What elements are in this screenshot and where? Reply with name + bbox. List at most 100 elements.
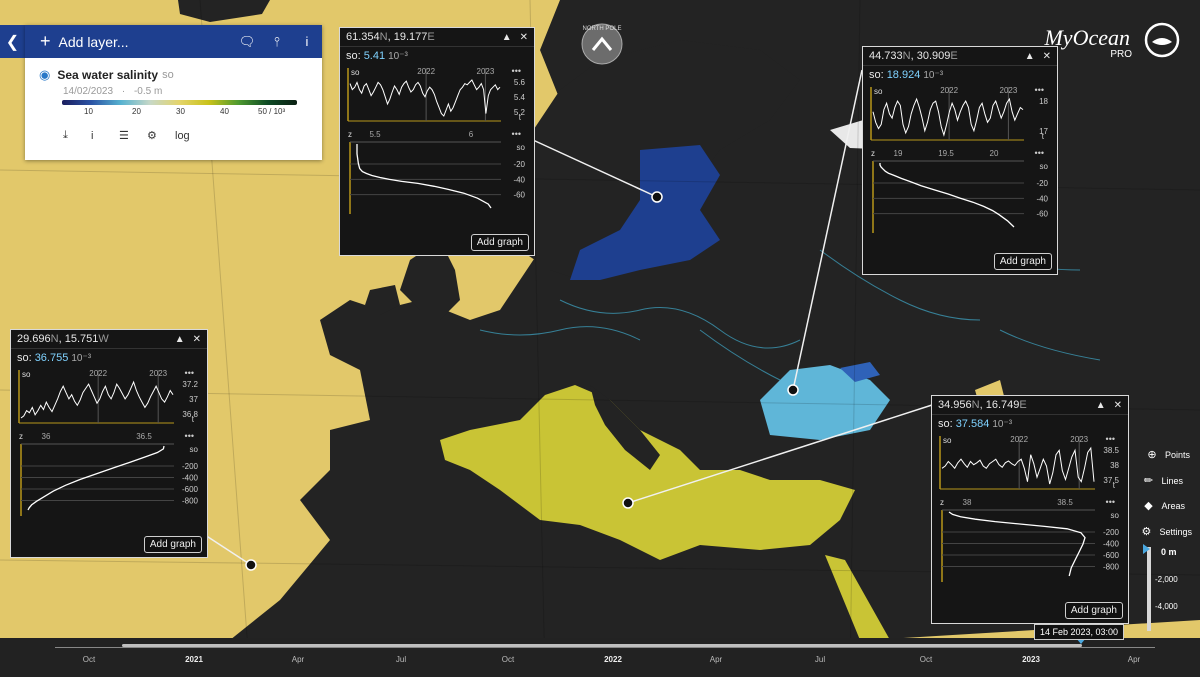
pf-z-label: z — [940, 498, 944, 507]
add-layer-button[interactable]: Add layer... — [59, 34, 232, 50]
layer-code: so — [162, 69, 174, 81]
layer-depth: -0.5 m — [133, 86, 163, 97]
ts-y-tick: 37.5 — [1103, 476, 1119, 485]
depth-handle[interactable] — [1143, 544, 1150, 554]
eye-icon[interactable]: ◉ — [39, 67, 50, 83]
pf-var-label: so — [1111, 511, 1120, 520]
pf-x-tick: 36 — [42, 432, 51, 441]
close-icon[interactable]: ✕ — [1043, 51, 1051, 62]
crosshair-icon: ⊕ — [1147, 449, 1157, 461]
gear-icon[interactable]: ⚙ — [147, 129, 175, 142]
pf-x-tick: 38 — [963, 498, 972, 507]
popup-atlantic: 29.696N, 15.751W ▲ ✕ so: 36.755 10⁻³ 2022 2023 s… — [10, 329, 208, 558]
pf-y-tick: -40 — [513, 175, 525, 184]
add-graph-button[interactable]: Add graph — [143, 536, 202, 553]
more-icon[interactable]: ••• — [512, 129, 521, 139]
pf-y-tick: -200 — [182, 462, 199, 471]
pf-y-tick: -20 — [513, 160, 525, 169]
profile-chart[interactable]: z 36 36.5 ••• so -200 -400 -600 -800 — [16, 430, 202, 518]
pf-var-label: so — [190, 445, 199, 454]
popup-coords: 44.733N, 30.909E — [869, 50, 958, 62]
ts-series-line — [20, 380, 174, 419]
more-icon[interactable]: ••• — [512, 66, 521, 76]
tool-areas[interactable]: ◆ Areas — [1141, 499, 1185, 512]
pf-y-tick: -600 — [1103, 551, 1120, 560]
more-icon[interactable]: ••• — [1035, 85, 1044, 95]
ts-y-tick: 18 — [1039, 97, 1048, 106]
colorbar-tick: 30 — [176, 107, 185, 116]
collapse-panel-button[interactable]: ❮ — [0, 25, 25, 58]
popup-value: 5.41 — [363, 50, 386, 62]
pf-y-tick: -20 — [1036, 179, 1048, 188]
comments-icon[interactable]: 🗨 — [232, 34, 262, 50]
info-icon[interactable]: i — [91, 130, 119, 142]
share-icon[interactable]: ⫯ — [262, 34, 292, 50]
add-graph-button[interactable]: Add graph — [993, 253, 1052, 270]
more-icon[interactable]: ••• — [1035, 148, 1044, 158]
timeline-label: Jul — [814, 655, 826, 664]
more-icon[interactable]: ••• — [1106, 497, 1115, 507]
popup-var-label: so: — [17, 352, 32, 364]
more-icon[interactable]: ••• — [1106, 434, 1115, 444]
pf-y-tick: -800 — [1103, 563, 1120, 572]
download-icon[interactable]: ⤓ — [63, 129, 91, 142]
add-graph-button[interactable]: Add graph — [1064, 602, 1123, 619]
profile-chart[interactable]: z 5.5 6 ••• so -20 -40 -60 — [345, 128, 529, 216]
timeline-label: Oct — [501, 655, 515, 664]
plus-icon[interactable]: + — [40, 31, 51, 52]
ts-series-line — [941, 446, 1095, 485]
popup-coords: 61.354N, 19.177E — [346, 31, 435, 43]
colorbar-tick: 40 — [220, 107, 229, 116]
colorbar-tick: 50 / 10³ — [258, 107, 286, 116]
close-icon[interactable]: ✕ — [193, 334, 201, 345]
more-icon[interactable]: ••• — [185, 368, 194, 378]
colorbar-ticks: 10 20 30 40 50 / 10³ — [62, 105, 297, 117]
collapse-popup-icon[interactable]: ▲ — [1025, 51, 1035, 62]
pf-x-tick: 6 — [469, 130, 474, 139]
profile-chart[interactable]: z 19 19.5 20 ••• so -20 -40 -60 — [868, 147, 1052, 235]
ruler-icon: ✏ — [1143, 475, 1154, 487]
layers-icon[interactable]: ☰ — [119, 129, 147, 142]
timeseries-chart[interactable]: 2022 2023so38.53837.5t••• — [937, 434, 1123, 492]
close-icon[interactable]: ✕ — [520, 32, 528, 43]
add-graph-button[interactable]: Add graph — [470, 234, 529, 251]
ts-year-label: 2022 — [89, 369, 107, 378]
profile-chart[interactable]: z 38 38.5 ••• so -200 -400 -600 -800 — [937, 496, 1123, 584]
log-toggle[interactable]: log — [175, 130, 190, 142]
pf-x-tick: 5.5 — [369, 130, 381, 139]
timeseries-chart[interactable]: 2022 2023so1817t••• — [868, 85, 1052, 143]
timeline-label: 2021 — [185, 655, 203, 664]
ts-var-label: so — [22, 370, 31, 379]
info-icon[interactable]: i — [292, 34, 322, 49]
timeseries-chart[interactable]: 2022 2023so5.65.45.2t••• — [345, 66, 529, 124]
marker-black-sea[interactable] — [787, 384, 799, 396]
marker-baltic[interactable] — [651, 191, 663, 203]
timeline-label: Oct — [919, 655, 933, 664]
svg-text:PRO: PRO — [1110, 49, 1132, 60]
popup-value: 18.924 — [886, 69, 921, 81]
collapse-popup-icon[interactable]: ▲ — [502, 32, 512, 43]
timeseries-chart[interactable]: 2022 2023so37.23736.8t••• — [16, 368, 202, 426]
collapse-popup-icon[interactable]: ▲ — [1096, 400, 1106, 411]
more-icon[interactable]: ••• — [185, 431, 194, 441]
ts-y-tick: 38.5 — [1103, 446, 1119, 455]
ts-year-label: 2023 — [1000, 86, 1018, 95]
depth-current: 0 m — [1161, 547, 1177, 557]
depth-tick: -2,000 — [1155, 575, 1178, 584]
marker-mediterranean[interactable] — [622, 497, 634, 509]
close-icon[interactable]: ✕ — [1114, 400, 1122, 411]
pf-x-tick: 19.5 — [938, 149, 954, 158]
timeline[interactable]: Oct 2021 Apr Jul Oct 2022 Apr Jul Oct 20… — [0, 638, 1200, 677]
layer-panel: + Add layer... 🗨 ⫯ i ◉ Sea water salinit… — [25, 25, 322, 160]
pf-y-tick: -400 — [1103, 540, 1120, 549]
ts-y-tick: 38 — [1110, 461, 1119, 470]
tool-points[interactable]: ⊕ Points — [1145, 448, 1190, 461]
layer-panel-header: + Add layer... 🗨 ⫯ i — [25, 25, 322, 58]
layer-date: 14/02/2023 — [63, 86, 114, 97]
depth-scale[interactable]: 0 m -2,000 -4,000 — [1143, 544, 1193, 633]
tool-lines[interactable]: ✏ Lines — [1141, 474, 1183, 487]
marker-atlantic[interactable] — [245, 559, 257, 571]
pf-y-tick: -800 — [182, 497, 199, 506]
tool-settings[interactable]: ⚙ Settings — [1139, 525, 1192, 538]
collapse-popup-icon[interactable]: ▲ — [175, 334, 185, 345]
